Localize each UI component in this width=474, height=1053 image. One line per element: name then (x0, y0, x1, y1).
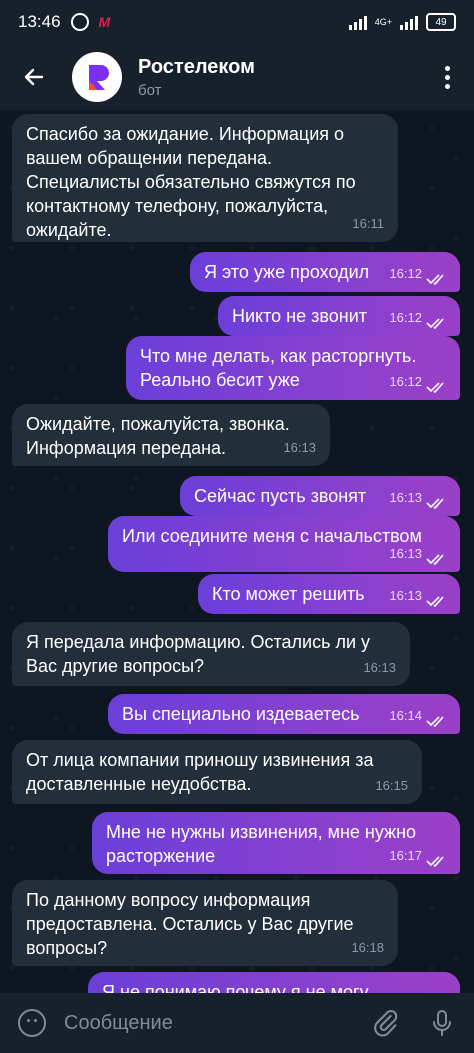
message-time: 16:13 (389, 490, 422, 505)
emoji-icon[interactable] (18, 1009, 46, 1037)
message-time: 16:18 (351, 940, 384, 955)
message-time: 16:11 (352, 216, 384, 231)
read-checks-icon (426, 596, 444, 607)
message-bubble[interactable]: Вы специально издеваетесь 16:14 (108, 694, 460, 734)
alarm-icon (70, 13, 89, 31)
message-time: 16:13 (389, 588, 422, 603)
read-checks-icon (426, 382, 444, 393)
chat-title: Ростелеком (138, 55, 255, 78)
message-time: 16:13 (389, 546, 422, 561)
message-time: 16:15 (375, 778, 408, 793)
message-bubble[interactable]: От лица компании приношу извинения за до… (12, 740, 422, 804)
message-time: 16:12 (389, 374, 422, 389)
avatar[interactable] (72, 52, 122, 102)
message-bubble[interactable]: Сейчас пусть звонят 16:13 (180, 476, 460, 516)
message-bubble[interactable]: По данному вопросу информация предоставл… (12, 880, 398, 966)
message-text: Ожидайте, пожалуйста, звонка. Информация… (26, 414, 290, 458)
message-time: 16:14 (389, 708, 422, 723)
microphone-icon[interactable] (430, 1009, 454, 1037)
message-bubble[interactable]: Спасибо за ожидание. Информация о вашем … (12, 114, 398, 242)
message-text: Сейчас пусть звонят (194, 486, 367, 506)
signal-icon (348, 14, 367, 30)
message-bubble[interactable]: Кто может решить 16:13 (198, 574, 460, 614)
battery-level: 49 (435, 16, 447, 28)
back-arrow-icon[interactable] (18, 61, 50, 93)
chat-subtitle: бот (138, 81, 162, 99)
signal-icon-2 (400, 14, 418, 30)
message-text: Вы специально издеваетесь (122, 704, 360, 724)
message-time: 16:12 (389, 266, 422, 281)
message-text: Или соедините меня с начальством (122, 526, 422, 546)
read-checks-icon (426, 716, 444, 727)
status-bar: 13:46 M 4G+ 49 (0, 0, 474, 44)
read-checks-icon (426, 498, 444, 509)
message-bubble[interactable]: Мне не нужны извинения, мне нужно растор… (92, 812, 460, 874)
more-menu-icon[interactable] (442, 65, 452, 89)
read-checks-icon (426, 554, 444, 565)
app-notification-icon: M (98, 14, 111, 30)
message-bubble[interactable]: Я не понимаю почему я не могу (88, 972, 460, 993)
message-text: Что мне делать, как расторгнуть. Реально… (140, 346, 417, 390)
message-time: 16:13 (363, 660, 396, 675)
message-text: Я это уже проходил (204, 262, 370, 282)
message-time: 16:17 (389, 848, 422, 863)
message-bubble[interactable]: Я передала информацию. Остались ли у Вас… (12, 622, 410, 686)
network-type: 4G+ (374, 16, 392, 27)
status-time: 13:46 (18, 12, 61, 31)
attach-icon[interactable] (372, 1009, 400, 1037)
message-text: Я передала информацию. Остались ли у Вас… (26, 632, 371, 676)
message-bubble[interactable]: Ожидайте, пожалуйста, звонка. Информация… (12, 404, 330, 466)
message-text: Я не понимаю почему я не могу (102, 982, 369, 993)
read-checks-icon (426, 318, 444, 329)
chat-title-block[interactable]: Ростелеком бот (138, 56, 255, 99)
battery-icon: 49 (426, 13, 456, 31)
read-checks-icon (426, 274, 444, 285)
message-bubble[interactable]: Или соедините меня с начальством 16:13 (108, 516, 460, 572)
chat-header: Ростелеком бот (0, 44, 474, 110)
read-checks-icon (426, 856, 444, 867)
message-text: От лица компании приношу извинения за до… (26, 750, 374, 794)
message-text: По данному вопросу информация предоставл… (26, 890, 354, 958)
message-bubble[interactable]: Никто не звонит 16:12 (218, 296, 460, 336)
message-text: Спасибо за ожидание. Информация о вашем … (26, 124, 356, 240)
message-text: Кто может решить (212, 584, 365, 604)
message-input[interactable]: Сообщение (64, 1012, 173, 1035)
message-text: Никто не звонит (232, 306, 367, 326)
message-time: 16:12 (389, 310, 422, 325)
rostelecom-logo-icon (89, 65, 109, 90)
message-list[interactable]: Спасибо за ожидание. Информация о вашем … (0, 110, 474, 993)
message-time: 16:13 (283, 440, 316, 455)
message-bubble[interactable]: Я это уже проходил 16:12 (190, 252, 460, 292)
message-text: Мне не нужны извинения, мне нужно растор… (106, 822, 417, 866)
message-input-bar: Сообщение (0, 993, 474, 1053)
message-bubble[interactable]: Что мне делать, как расторгнуть. Реально… (126, 336, 460, 400)
